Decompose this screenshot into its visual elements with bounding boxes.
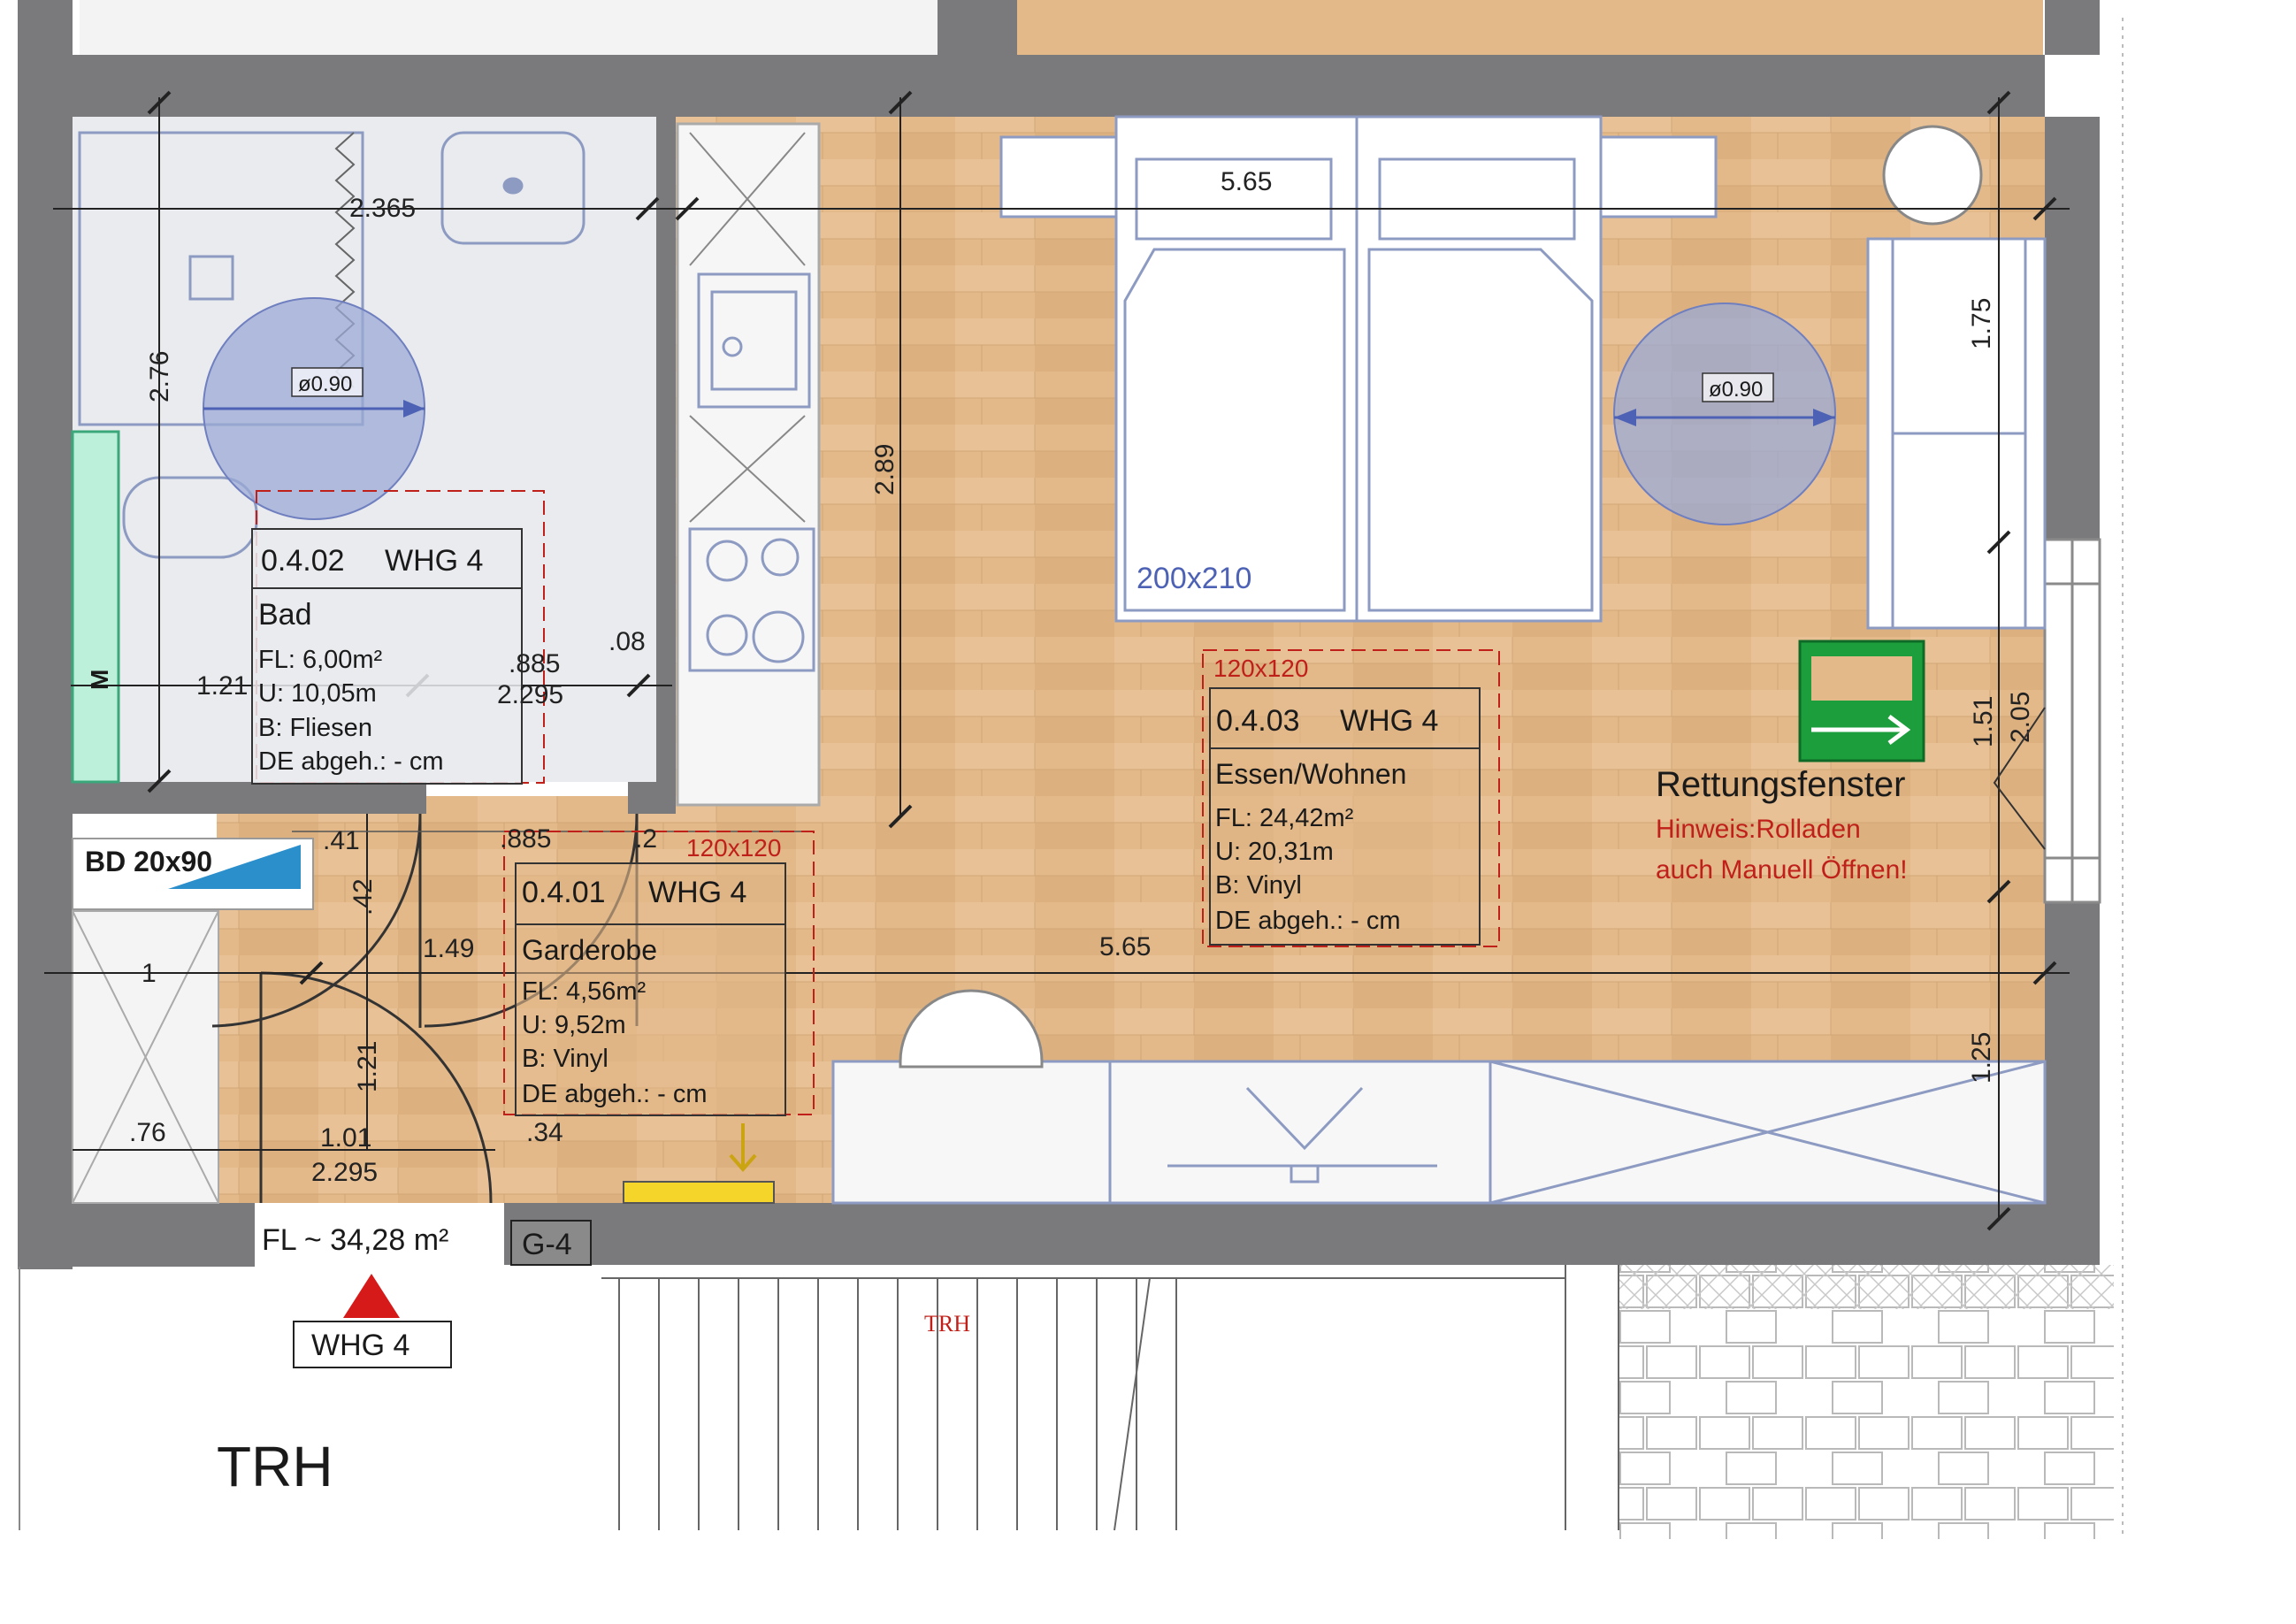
stair-label-small: TRH — [924, 1311, 970, 1337]
room-fl-wohnen: FL: 24,42m² — [1215, 804, 1354, 832]
room-u-wohnen: U: 20,31m — [1215, 838, 1334, 866]
room-name-garderobe: Garderobe — [522, 934, 657, 966]
wall-top-right-stub — [2045, 0, 2100, 55]
room-b-wohnen: B: Vinyl — [1215, 871, 1302, 900]
dim-bath-lower-d: .08 — [608, 627, 646, 656]
dim-hall-h: .76 — [129, 1118, 166, 1147]
rescue-window-note-2: auch Manuell Öffnen! — [1656, 855, 1908, 885]
dim-right-a: 1.75 — [1967, 298, 1996, 349]
dim-hall-k: .34 — [526, 1118, 563, 1147]
room-name-wohnen: Essen/Wohnen — [1215, 758, 1406, 790]
turn-circle-living-text: ø0.90 — [1709, 378, 1763, 402]
outdoor-hatch — [1619, 1265, 2114, 1309]
distribution-box — [623, 1181, 775, 1204]
top-neighbour-floor — [1017, 0, 2043, 55]
stair-label: TRH — [217, 1435, 333, 1498]
wall-bath-bottom — [73, 782, 426, 814]
wall-bath-bottom-right — [628, 782, 676, 814]
room-id-wohnen: 0.4.03 — [1216, 704, 1300, 738]
room-label-garderobe: 0.4.01 WHG 4 Garderobe FL: 4,56m² U: 9,5… — [515, 862, 786, 1116]
storage-tag-label: G-4 — [522, 1228, 572, 1261]
shower-tray-label: BD 20x90 — [85, 846, 212, 877]
dim-hall-c: .2 — [635, 824, 657, 854]
dim-hall-e: 1.49 — [423, 934, 474, 963]
wall-right-upper — [2045, 117, 2100, 540]
room-fl-garderobe: FL: 4,56m² — [522, 977, 647, 1006]
room-b-garderobe: B: Vinyl — [522, 1045, 608, 1073]
dim-bath-width: 2.365 — [349, 194, 416, 223]
dim-right-b: 1.51 — [1969, 696, 1998, 747]
floor-plan: 0.4.02 WHG 4 Bad FL: 6,00m² U: 10,05m B:… — [18, 0, 2124, 1539]
wall-top — [73, 55, 2045, 117]
room-unit-garderobe: WHG 4 — [648, 876, 746, 909]
room-b-bad: B: Fliesen — [258, 714, 372, 742]
bed-size-label: 200x210 — [1137, 562, 1251, 595]
room-unit-wohnen: WHG 4 — [1340, 704, 1438, 738]
lower-wardrobe — [831, 1060, 2047, 1205]
room-name-bad: Bad — [258, 598, 312, 632]
room-label-bad: 0.4.02 WHG 4 Bad FL: 6,00m² U: 10,05m B:… — [251, 528, 523, 785]
room-u-bad: U: 10,05m — [258, 679, 377, 708]
nightstand-left — [999, 135, 1118, 218]
room-label-wohnen: 0.4.03 WHG 4 Essen/Wohnen FL: 24,42m² U:… — [1209, 687, 1481, 946]
dim-hall-d: .42 — [348, 878, 378, 915]
rescue-window-title: Rettungsfenster — [1656, 765, 1905, 804]
dim-bath-lower-a: 1.21 — [196, 671, 248, 701]
room-id-garderobe: 0.4.01 — [522, 876, 606, 909]
dim-hall-b: .885 — [500, 824, 551, 854]
mattress-left — [1123, 248, 1346, 612]
clear-area-hall-label: 120x120 — [686, 834, 781, 862]
room-u-garderobe: U: 9,52m — [522, 1011, 626, 1039]
room-unit-bad: WHG 4 — [385, 544, 483, 578]
room-de-wohnen: DE abgeh.: - cm — [1215, 907, 1401, 935]
staircase — [601, 1265, 1619, 1531]
nightstand-right — [1599, 135, 1718, 218]
mattress-right — [1367, 248, 1594, 612]
washbasin-drain — [502, 177, 524, 195]
dim-bath-lower-c: .885 — [509, 649, 560, 678]
turn-circle-bath-text: ø0.90 — [298, 372, 352, 396]
dim-bath-lower-b: 2.295 — [497, 680, 563, 709]
wall-top-mid-stub — [938, 0, 1017, 55]
exit-sign — [1798, 640, 1925, 762]
dim-living-width-top: 5.65 — [1221, 167, 1272, 196]
rescue-window — [2043, 538, 2101, 904]
dim-hall-g: 1.21 — [353, 1041, 382, 1092]
rescue-window-note-1: Hinweis:Rolladen — [1656, 815, 1861, 844]
kitchen-unit — [676, 122, 821, 807]
entrance-triangle-icon — [343, 1274, 400, 1318]
top-neighbour-room — [80, 0, 946, 55]
room-de-bad: DE abgeh.: - cm — [258, 747, 444, 776]
meter-mark: M — [86, 670, 113, 690]
turn-circle-living — [1613, 303, 1836, 525]
room-id-bad: 0.4.02 — [261, 544, 345, 578]
dim-hall-a: .41 — [323, 826, 360, 855]
room-de-garderobe: DE abgeh.: - cm — [522, 1080, 708, 1108]
dim-right-c: 2.05 — [2006, 692, 2035, 743]
wall-bottom-left — [18, 1203, 255, 1267]
dim-hall-f: 1 — [142, 959, 157, 988]
dim-living-width-bottom: 5.65 — [1099, 932, 1151, 961]
wall-tank — [71, 430, 120, 784]
dim-living-height: 2.89 — [870, 444, 899, 495]
entrance-tag-label: WHG 4 — [311, 1329, 409, 1362]
dim-right-d: 1.25 — [1967, 1032, 1996, 1084]
dim-hall-j: 2.295 — [311, 1158, 378, 1187]
wall-bath-right — [656, 117, 676, 814]
dim-bath-height: 2.76 — [145, 351, 174, 402]
room-fl-bad: FL: 6,00m² — [258, 646, 383, 674]
wall-bottom-right — [504, 1203, 2100, 1265]
clear-area-living-label: 120x120 — [1213, 655, 1308, 682]
dim-hall-i: 1.01 — [320, 1123, 371, 1153]
total-area-label: FL ~ 34,28 m² — [262, 1223, 448, 1257]
wall-top-left-stub — [18, 0, 73, 27]
